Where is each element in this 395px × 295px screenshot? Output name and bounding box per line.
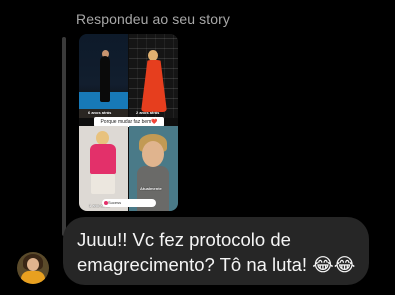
story-age-label: 2 anos atrás <box>136 110 160 115</box>
person-body-shape <box>100 56 110 102</box>
story-panel-pool: 6 anos atrás <box>79 34 128 118</box>
message-line-1: Juuu!! Vc fez protocolo de <box>77 229 291 250</box>
story-preview[interactable]: 6 anos atrás 2 anos atrás Porque mudar f… <box>79 34 178 211</box>
story-age-label: Atualmente <box>140 186 162 191</box>
story-sticker: Sucess <box>102 199 156 207</box>
skirt-shape <box>91 174 115 194</box>
message-text: Juuu!! Vc fez protocolo de emagrecimento… <box>77 227 367 277</box>
person-head-shape <box>96 131 109 145</box>
sticker-icon <box>104 201 108 205</box>
sticker-text: Sucess <box>108 200 122 205</box>
reply-label: Respondeu ao seu story <box>76 11 230 27</box>
story-panel-red-dress: 2 anos atrás <box>129 34 178 118</box>
quote-bar <box>62 37 66 236</box>
message-line-2: emagrecimento? Tô na luta! 😂😂 <box>77 254 356 275</box>
person-face-shape <box>142 141 164 167</box>
story-age-label: 6 anos atrás <box>88 110 112 115</box>
message-bubble[interactable]: Juuu!! Vc fez protocolo de emagrecimento… <box>63 217 369 285</box>
avatar-shirt-shape <box>21 271 45 284</box>
avatar-face-shape <box>27 258 39 271</box>
pink-top-shape <box>90 144 116 174</box>
person-head-shape <box>148 50 158 61</box>
avatar[interactable] <box>17 252 49 284</box>
